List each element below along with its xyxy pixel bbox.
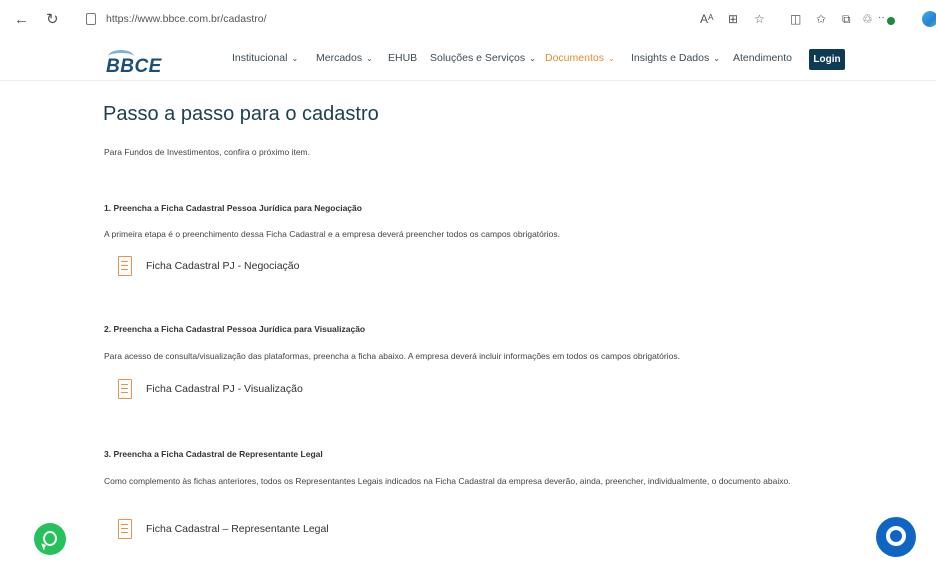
logo-text: BBCE — [106, 56, 162, 77]
whatsapp-icon[interactable] — [34, 523, 66, 555]
extension-status-dot — [887, 17, 895, 25]
doc-link-label[interactable]: Ficha Cadastral PJ - Negociação — [146, 260, 300, 272]
address-bar[interactable]: https://www.bbce.com.br/cadastro/ — [80, 9, 830, 31]
immersive-reader-icon[interactable]: ⊞ — [728, 12, 738, 26]
collections-icon[interactable]: ⧉ — [842, 12, 851, 26]
back-icon[interactable]: ← — [14, 11, 29, 29]
step-3-title: 3. Preencha a Ficha Cadastral de Represe… — [104, 449, 323, 459]
menu-solucoes-servicos[interactable]: Soluções e Serviços ⌄ — [430, 52, 536, 64]
document-icon — [118, 379, 132, 399]
menu-atendimento[interactable]: Atendimento — [733, 52, 792, 64]
step-3-description: Como complemento às fichas anteriores, t… — [104, 476, 791, 486]
chat-ring — [886, 526, 906, 546]
page-title: Passo a passo para o cadastro — [103, 103, 379, 125]
site-header: BBCE Institucional ⌄ Mercados ⌄ EHUB Soluç… — [0, 40, 936, 81]
step-2-description: Para acesso de consulta/visualização das… — [104, 351, 680, 361]
extension-dots: ·· — [878, 12, 885, 23]
doc-link-label[interactable]: Ficha Cadastral – Representante Legal — [146, 523, 329, 535]
document-icon — [118, 256, 132, 276]
menu-ehub[interactable]: EHUB — [388, 52, 417, 64]
whatsapp-bubble-tail — [39, 543, 46, 551]
extension-badge-icon[interactable]: ·· — [878, 12, 895, 26]
chevron-down-icon: ⌄ — [366, 54, 373, 63]
menu-insights-dados[interactable]: Insights e Dados ⌄ — [631, 52, 720, 64]
chevron-down-icon: ⌄ — [607, 54, 615, 63]
login-button[interactable]: Login — [809, 49, 845, 70]
doc-link-label[interactable]: Ficha Cadastral PJ - Visualização — [146, 383, 303, 395]
chevron-down-icon: ⌄ — [529, 54, 536, 63]
lock-icon — [86, 13, 96, 25]
step-1-description: A primeira etapa é o preenchimento dessa… — [104, 229, 560, 239]
bbce-logo[interactable]: BBCE — [104, 50, 174, 77]
extensions-icon[interactable]: ♲ — [862, 12, 873, 26]
read-aloud-icon[interactable]: Aᴬ — [700, 12, 713, 26]
step-1-title: 1. Preencha a Ficha Cadastral Pessoa Jur… — [104, 203, 362, 213]
edge-copilot-icon[interactable] — [922, 11, 936, 27]
favorites-icon[interactable]: ✩ — [816, 12, 826, 26]
split-screen-icon[interactable]: ◫ — [790, 12, 801, 26]
reload-icon[interactable]: ↻ — [46, 11, 59, 29]
chevron-down-icon: ⌄ — [713, 54, 720, 63]
menu-documentos[interactable]: Documentos ⌄ — [545, 52, 615, 64]
favorite-star-icon[interactable]: ☆ — [754, 12, 765, 26]
step-2-title: 2. Preencha a Ficha Cadastral Pessoa Jur… — [104, 324, 366, 334]
browser-toolbar: ← ↻ https://www.bbce.com.br/cadastro/ Aᴬ… — [0, 0, 936, 41]
intro-text: Para Fundos de Investimentos, confira o … — [104, 147, 310, 157]
document-icon — [118, 519, 132, 539]
menu-institucional[interactable]: Institucional ⌄ — [232, 52, 298, 64]
chat-widget-icon[interactable] — [876, 517, 916, 557]
chevron-down-icon: ⌄ — [291, 54, 299, 63]
url-text[interactable]: https://www.bbce.com.br/cadastro/ — [106, 13, 266, 25]
menu-mercados[interactable]: Mercados ⌄ — [316, 52, 373, 64]
whatsapp-bubble — [43, 531, 57, 546]
